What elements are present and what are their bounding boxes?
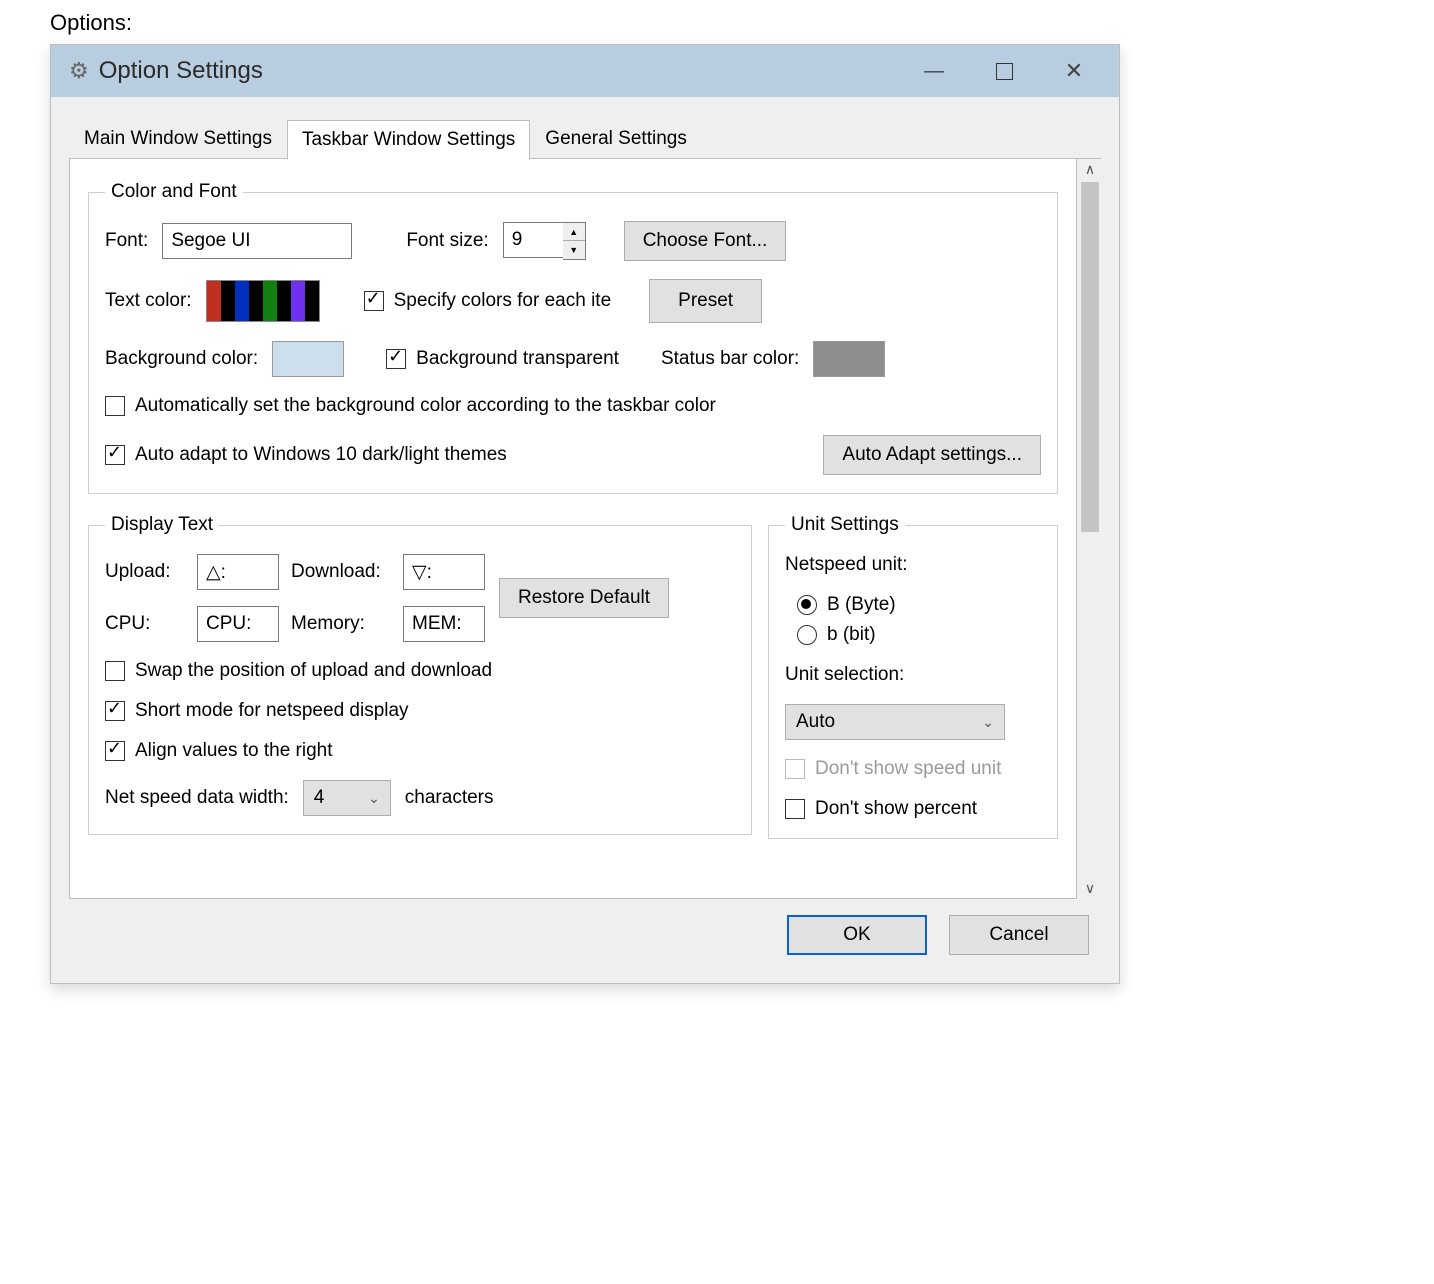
net-width-suffix: characters xyxy=(405,787,494,809)
tab-taskbar-window-settings[interactable]: Taskbar Window Settings xyxy=(287,120,530,160)
background-transparent-checkbox[interactable]: Background transparent xyxy=(386,348,619,370)
align-right-checkbox[interactable]: Align values to the right xyxy=(105,740,333,762)
download-input[interactable] xyxy=(403,554,485,590)
auto-bg-checkbox[interactable]: Automatically set the background color a… xyxy=(105,395,716,417)
cpu-input[interactable] xyxy=(197,606,279,642)
specify-colors-checkbox[interactable]: Specify colors for each ite xyxy=(364,290,612,312)
spinner-up-icon[interactable]: ▲ xyxy=(563,223,585,241)
auto-adapt-input[interactable] xyxy=(105,445,125,465)
align-right-input[interactable] xyxy=(105,741,125,761)
net-width-value: 4 xyxy=(314,787,325,809)
dont-show-speed-label: Don't show speed unit xyxy=(815,758,1001,780)
radio-bit[interactable]: b (bit) xyxy=(797,624,876,646)
chevron-down-icon: ⌄ xyxy=(368,790,380,807)
status-bar-color-swatch[interactable] xyxy=(813,341,885,377)
align-right-label: Align values to the right xyxy=(135,740,333,762)
upload-input[interactable] xyxy=(197,554,279,590)
background-transparent-input[interactable] xyxy=(386,349,406,369)
short-mode-input[interactable] xyxy=(105,701,125,721)
scrollbar-thumb[interactable] xyxy=(1081,182,1099,532)
memory-input[interactable] xyxy=(403,606,485,642)
dont-show-speed-input xyxy=(785,759,805,779)
swap-position-label: Swap the position of upload and download xyxy=(135,660,492,682)
font-size-input[interactable] xyxy=(503,222,563,258)
close-button[interactable] xyxy=(1039,45,1109,97)
net-width-label: Net speed data width: xyxy=(105,787,289,809)
group-color-and-font: Color and Font Font: Font size: ▲ ▼ xyxy=(88,181,1058,494)
short-mode-label: Short mode for netspeed display xyxy=(135,700,409,722)
tab-main-window-settings[interactable]: Main Window Settings xyxy=(69,119,287,159)
radio-bit-input[interactable] xyxy=(797,625,817,645)
net-width-select[interactable]: 4 ⌄ xyxy=(303,780,391,816)
tab-general-settings[interactable]: General Settings xyxy=(530,119,702,159)
specify-colors-label: Specify colors for each ite xyxy=(394,290,612,312)
netspeed-unit-label: Netspeed unit: xyxy=(785,554,908,576)
cancel-button[interactable]: Cancel xyxy=(949,915,1089,955)
titlebar: ⚙ Option Settings xyxy=(51,45,1119,97)
radio-byte[interactable]: B (Byte) xyxy=(797,594,896,616)
font-size-label: Font size: xyxy=(406,230,488,252)
auto-adapt-checkbox[interactable]: Auto adapt to Windows 10 dark/light them… xyxy=(105,444,507,466)
auto-bg-label: Automatically set the background color a… xyxy=(135,395,716,417)
tab-content: Color and Font Font: Font size: ▲ ▼ xyxy=(69,159,1077,899)
text-color-label: Text color: xyxy=(105,290,192,312)
specify-colors-input[interactable] xyxy=(364,291,384,311)
unit-selection-label: Unit selection: xyxy=(785,664,904,686)
restore-default-button[interactable]: Restore Default xyxy=(499,578,669,618)
maximize-button[interactable] xyxy=(969,45,1039,97)
vertical-scrollbar[interactable]: ∧ ∨ xyxy=(1079,159,1101,899)
font-input[interactable] xyxy=(162,223,352,259)
legend-display-text: Display Text xyxy=(105,514,219,536)
short-mode-checkbox[interactable]: Short mode for netspeed display xyxy=(105,700,409,722)
radio-byte-label: B (Byte) xyxy=(827,594,896,616)
memory-label: Memory: xyxy=(291,613,391,635)
upload-label: Upload: xyxy=(105,561,185,583)
font-size-spinner[interactable]: ▲ ▼ xyxy=(503,222,586,260)
download-label: Download: xyxy=(291,561,391,583)
dont-show-percent-input[interactable] xyxy=(785,799,805,819)
dont-show-percent-label: Don't show percent xyxy=(815,798,977,820)
minimize-button[interactable] xyxy=(899,45,969,97)
unit-selection-value: Auto xyxy=(796,711,835,733)
text-color-swatch[interactable] xyxy=(206,280,320,322)
page-label: Options: xyxy=(50,10,1384,36)
auto-adapt-label: Auto adapt to Windows 10 dark/light them… xyxy=(135,444,507,466)
background-transparent-label: Background transparent xyxy=(416,348,619,370)
scroll-up-icon[interactable]: ∧ xyxy=(1079,159,1101,180)
ok-button[interactable]: OK xyxy=(787,915,927,955)
status-bar-color-label: Status bar color: xyxy=(661,348,799,370)
window-title: Option Settings xyxy=(99,57,899,85)
dialog-buttons: OK Cancel xyxy=(69,899,1101,971)
radio-bit-label: b (bit) xyxy=(827,624,876,646)
swap-position-checkbox[interactable]: Swap the position of upload and download xyxy=(105,660,492,682)
window: ⚙ Option Settings Main Window Settings T… xyxy=(50,44,1120,984)
group-unit-settings: Unit Settings Netspeed unit: B (Byte) xyxy=(768,514,1058,839)
unit-selection-select[interactable]: Auto ⌄ xyxy=(785,704,1005,740)
gear-icon: ⚙ xyxy=(69,58,89,84)
tab-strip: Main Window Settings Taskbar Window Sett… xyxy=(69,119,1101,159)
group-display-text: Display Text Upload: Download: xyxy=(88,514,752,835)
radio-byte-input[interactable] xyxy=(797,595,817,615)
swap-position-input[interactable] xyxy=(105,661,125,681)
chevron-down-icon: ⌄ xyxy=(982,714,994,731)
cpu-label: CPU: xyxy=(105,613,185,635)
background-color-swatch[interactable] xyxy=(272,341,344,377)
legend-color-and-font: Color and Font xyxy=(105,181,243,203)
scrollbar-track[interactable] xyxy=(1079,534,1101,878)
font-label: Font: xyxy=(105,230,148,252)
dont-show-speed-checkbox: Don't show speed unit xyxy=(785,758,1001,780)
auto-adapt-settings-button[interactable]: Auto Adapt settings... xyxy=(823,435,1041,475)
scroll-down-icon[interactable]: ∨ xyxy=(1079,878,1101,899)
legend-unit-settings: Unit Settings xyxy=(785,514,905,536)
background-color-label: Background color: xyxy=(105,348,258,370)
preset-button[interactable]: Preset xyxy=(649,279,762,323)
dont-show-percent-checkbox[interactable]: Don't show percent xyxy=(785,798,977,820)
auto-bg-input[interactable] xyxy=(105,396,125,416)
choose-font-button[interactable]: Choose Font... xyxy=(624,221,787,261)
tabline xyxy=(69,158,1101,159)
spinner-down-icon[interactable]: ▼ xyxy=(563,241,585,259)
